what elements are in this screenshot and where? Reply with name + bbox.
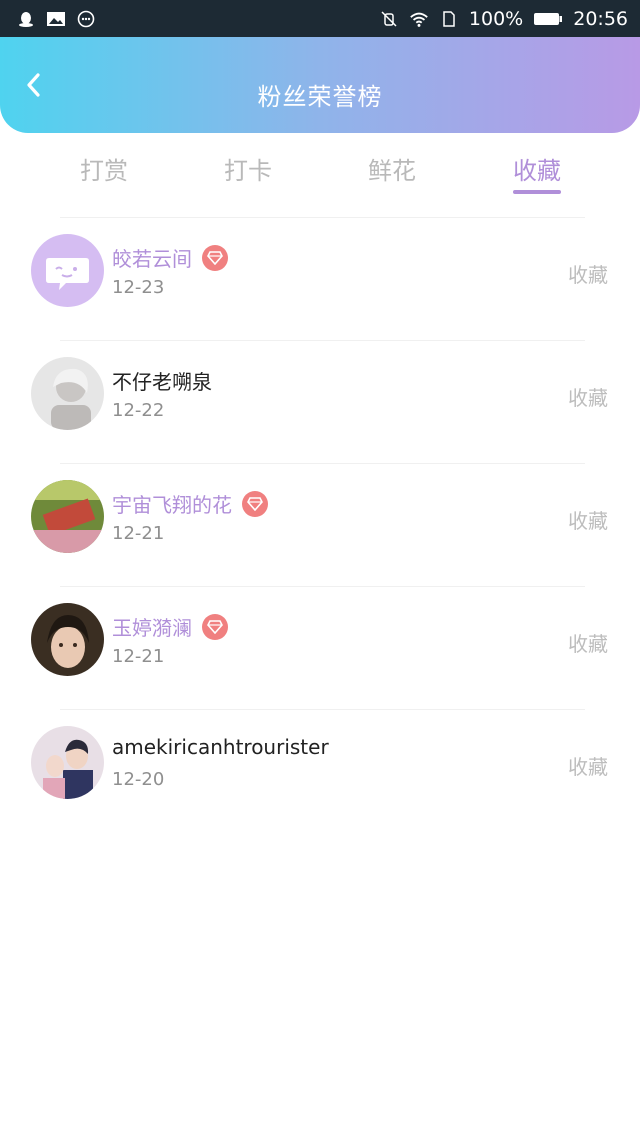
tab-reward[interactable]: 打赏: [49, 151, 159, 186]
user-name-text: 宇宙飞翔的花: [112, 493, 232, 517]
chat-icon: [76, 10, 96, 28]
avatar[interactable]: [31, 234, 104, 307]
diamond-icon: [202, 244, 228, 271]
list-item[interactable]: amekiricanhtrourister 12-20 收藏: [0, 709, 640, 832]
mute-icon: [379, 10, 399, 28]
favorite-label[interactable]: 收藏: [568, 259, 608, 288]
user-name: 宇宙飞翔的花: [112, 489, 268, 518]
user-name: amekiricanhtrourister: [112, 735, 329, 759]
favorite-label[interactable]: 收藏: [568, 382, 608, 411]
avatar[interactable]: [31, 603, 104, 676]
battery-icon: [533, 10, 563, 28]
app-header: 粉丝荣誉榜: [0, 37, 640, 133]
tab-checkin[interactable]: 打卡: [193, 151, 303, 186]
wifi-icon: [409, 10, 429, 28]
avatar[interactable]: [31, 357, 104, 430]
active-tab-indicator: [513, 190, 561, 194]
page-title: 粉丝荣誉榜: [257, 83, 383, 111]
avatar[interactable]: [31, 480, 104, 553]
image-icon: [46, 10, 66, 28]
favorite-date: 12-22: [112, 400, 165, 421]
user-name-text: 玉婷漪澜: [112, 616, 192, 640]
favorite-label[interactable]: 收藏: [568, 628, 608, 657]
favorite-date: 12-20: [112, 769, 165, 790]
list-item[interactable]: 不仔老嗍泉 12-22 收藏: [0, 340, 640, 463]
user-name-text: 不仔老嗍泉: [112, 370, 212, 394]
battery-percentage: 100%: [468, 7, 524, 30]
user-name: 玉婷漪澜: [112, 612, 228, 641]
avatar[interactable]: [31, 726, 104, 799]
user-name: 皎若云间: [112, 243, 228, 272]
favorite-date: 12-21: [112, 646, 165, 667]
diamond-icon: [242, 490, 268, 517]
clock-time: 20:56: [573, 7, 628, 30]
user-name-text: amekiricanhtrourister: [112, 735, 329, 759]
favorite-date: 12-21: [112, 523, 165, 544]
tab-favorites[interactable]: 收藏: [482, 151, 592, 186]
list-item[interactable]: 玉婷漪澜 12-21 收藏: [0, 586, 640, 709]
qq-icon: [16, 10, 36, 28]
tab-bar: 打赏 打卡 鲜花 收藏: [0, 133, 640, 217]
favorite-label[interactable]: 收藏: [568, 751, 608, 780]
user-name-text: 皎若云间: [112, 247, 192, 271]
user-name: 不仔老嗍泉: [112, 366, 212, 395]
status-bar: 100% 20:56: [0, 0, 640, 37]
list-item[interactable]: 皎若云间 12-23 收藏: [0, 217, 640, 340]
favorite-date: 12-23: [112, 277, 165, 298]
favorite-label[interactable]: 收藏: [568, 505, 608, 534]
diamond-icon: [202, 613, 228, 640]
sim-icon: [439, 10, 459, 28]
list-item[interactable]: 宇宙飞翔的花 12-21 收藏: [0, 463, 640, 586]
tab-flowers[interactable]: 鲜花: [337, 151, 447, 186]
